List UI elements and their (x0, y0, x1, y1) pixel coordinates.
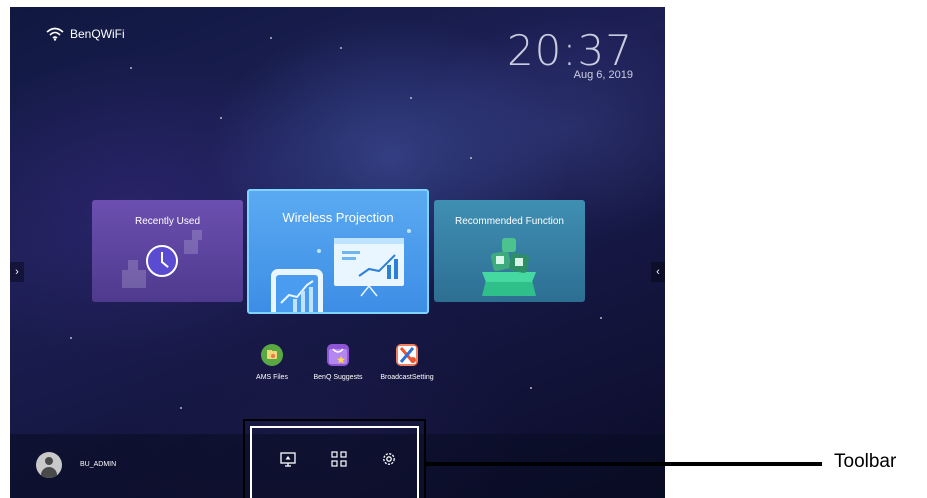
wireless-projection-icon (271, 229, 411, 312)
star (600, 317, 602, 319)
decor-square (122, 270, 146, 288)
app-broadcast-setting[interactable]: BroadcastSetting (371, 344, 443, 381)
toolbar-highlight-inner (250, 426, 419, 498)
star (220, 117, 222, 119)
wifi-status[interactable]: BenQWiFi (46, 27, 125, 41)
star (340, 47, 342, 49)
user-name: BU_ADMIN (80, 461, 117, 468)
app-label: AMS Files (256, 374, 288, 381)
app-label: BenQ Suggests (313, 374, 363, 381)
toolbar-callout-label: Toolbar (834, 451, 897, 472)
wifi-icon (46, 27, 64, 41)
decor-square (184, 240, 198, 254)
chevron-right-icon[interactable]: › (10, 262, 24, 282)
app-benq-suggests[interactable]: BenQ Suggests (302, 344, 374, 381)
star (70, 337, 72, 339)
app-label: BroadcastSetting (380, 374, 434, 381)
recommended-function-card[interactable]: Recommended Function (434, 200, 585, 302)
clock-icon (146, 245, 178, 277)
wifi-name: BenQWiFi (70, 27, 125, 41)
gift-box-icon (482, 238, 536, 296)
decor-square (128, 260, 138, 270)
callout-line (426, 462, 822, 466)
clock-time: 20:37 (506, 26, 633, 75)
star (410, 97, 412, 99)
benq-suggests-icon (327, 344, 349, 366)
star (130, 67, 132, 69)
clock-date: Aug 6, 2019 (573, 69, 633, 81)
chevron-left-icon[interactable]: ‹ (651, 262, 665, 282)
avatar[interactable] (36, 452, 62, 478)
clock-widget: 20:37 Aug 6, 2019 (506, 26, 633, 82)
star (270, 37, 272, 39)
recently-used-card[interactable]: Recently Used (92, 200, 243, 302)
decor-square (192, 230, 202, 240)
wireless-projection-card[interactable]: Wireless Projection (247, 189, 429, 314)
star (530, 387, 532, 389)
star (180, 407, 182, 409)
app-ams-files[interactable]: AMS Files (236, 344, 308, 381)
ams-files-icon (261, 344, 283, 366)
card-title: Recently Used (134, 216, 201, 227)
star (470, 157, 472, 159)
broadcast-setting-icon (396, 344, 418, 366)
